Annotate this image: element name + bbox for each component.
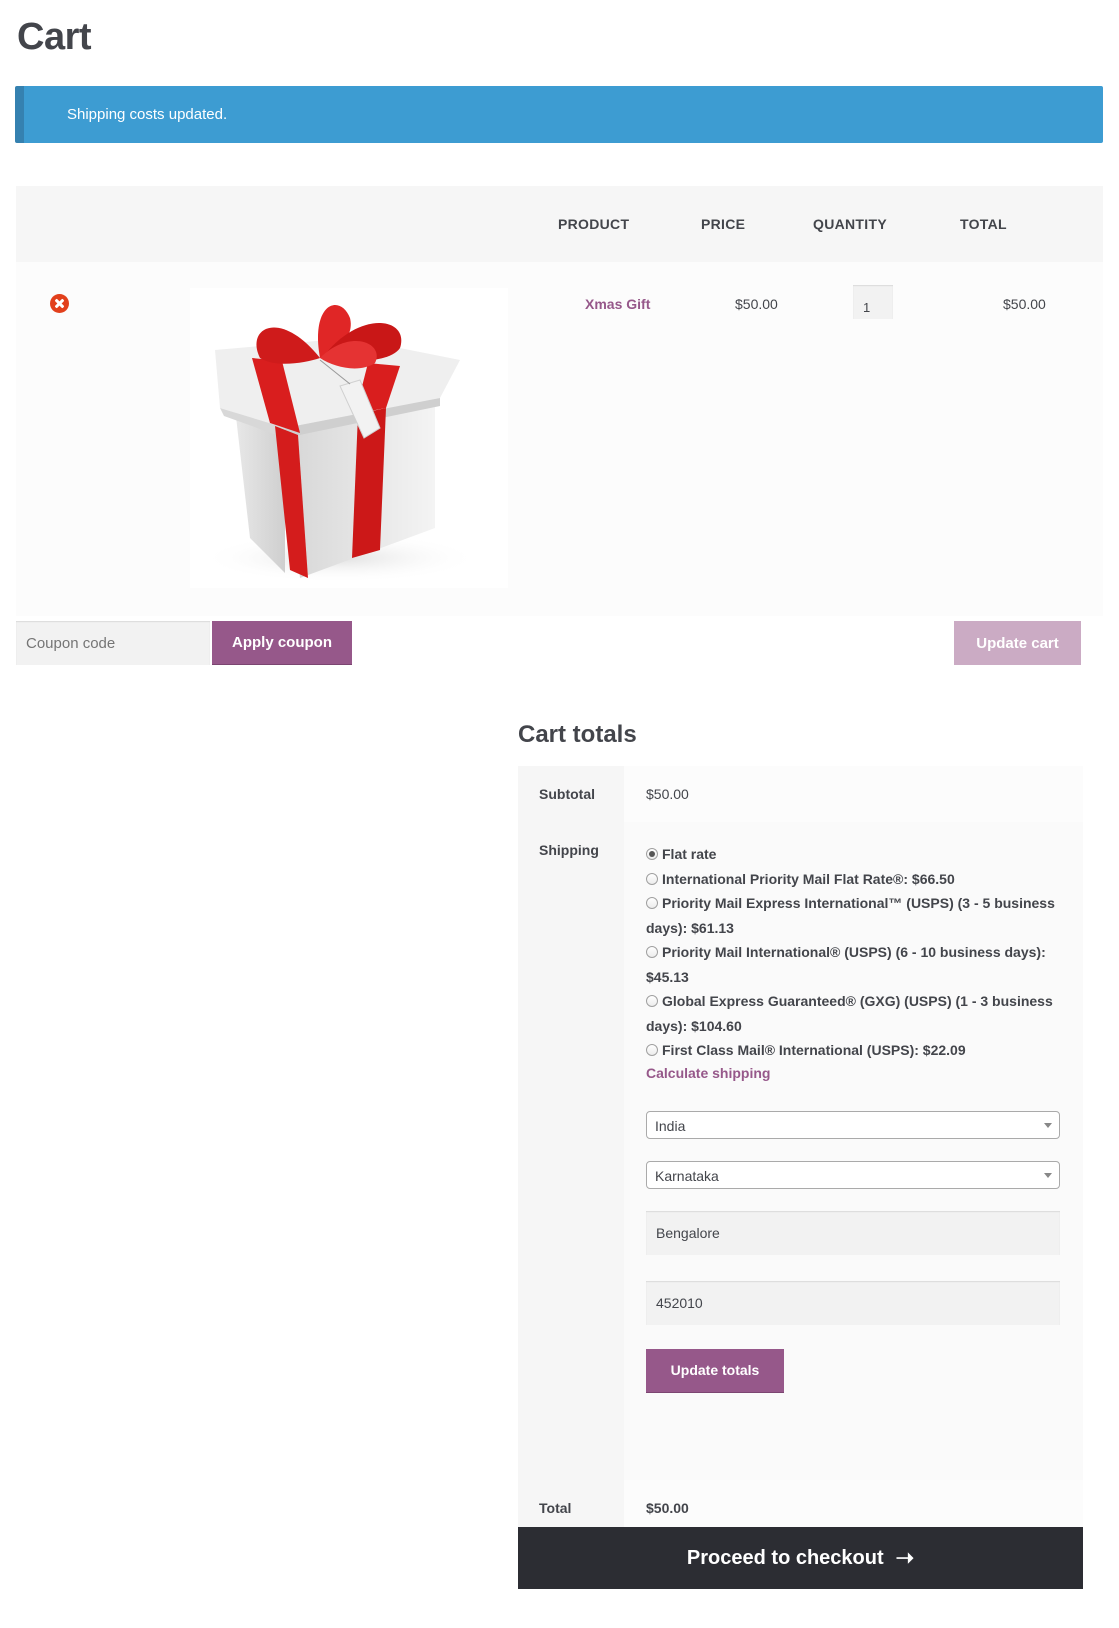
update-totals-button[interactable]: Update totals (646, 1348, 784, 1393)
remove-item-icon[interactable] (50, 294, 69, 313)
shipping-label: Shipping (518, 822, 624, 1480)
header-total: TOTAL (960, 216, 1007, 232)
radio-icon[interactable] (646, 946, 658, 958)
shipping-option[interactable]: First Class Mail® International (USPS): … (646, 1038, 1066, 1063)
item-total: $50.00 (1003, 296, 1046, 312)
shipping-option[interactable]: Priority Mail Express International™ (US… (646, 891, 1066, 940)
proceed-to-checkout-button[interactable]: Proceed to checkout ➝ (518, 1527, 1083, 1589)
radio-selected-icon[interactable] (646, 848, 658, 860)
shipping-option-label: Global Express Guaranteed® (GXG) (USPS) … (646, 993, 1053, 1034)
subtotal-value: $50.00 (624, 766, 1083, 822)
cart-totals-table: Subtotal $50.00 Shipping Flat rate Inter… (518, 766, 1083, 1538)
shipping-row: Shipping Flat rate International Priorit… (518, 822, 1083, 1480)
arrow-right-icon: ➝ (895, 1545, 915, 1570)
cart-totals-title: Cart totals (518, 721, 637, 748)
item-price: $50.00 (735, 296, 778, 312)
update-cart-button[interactable]: Update cart (954, 621, 1081, 665)
shipping-option-label: First Class Mail® International (USPS): … (662, 1042, 966, 1058)
shipping-option[interactable]: Global Express Guaranteed® (GXG) (USPS) … (646, 989, 1066, 1038)
gift-box-icon (200, 305, 480, 583)
cart-item-row: Xmas Gift $50.00 $50.00 (16, 262, 1103, 616)
apply-coupon-button[interactable]: Apply coupon (212, 621, 352, 665)
state-value: Karnataka (655, 1167, 719, 1184)
shipping-methods-list: Flat rate International Priority Mail Fl… (646, 842, 1066, 1063)
header-product: PRODUCT (558, 216, 630, 232)
notice-message: Shipping costs updated. (67, 106, 228, 123)
radio-icon[interactable] (646, 897, 658, 909)
cart-table: PRODUCT PRICE QUANTITY TOTAL Xmas Gift $… (16, 186, 1103, 616)
product-link[interactable]: Xmas Gift (585, 296, 650, 312)
checkout-label: Proceed to checkout (686, 1546, 884, 1569)
radio-icon[interactable] (646, 1044, 658, 1056)
calculate-shipping-link[interactable]: Calculate shipping (646, 1065, 1083, 1081)
shipping-option-label: Priority Mail Express International™ (US… (646, 895, 1055, 936)
shipping-option-label: International Priority Mail Flat Rate®: … (662, 870, 955, 887)
shipping-option-label: Priority Mail International® (USPS) (6 -… (646, 944, 1046, 985)
subtotal-label: Subtotal (518, 766, 624, 822)
postcode-input[interactable] (646, 1280, 1060, 1325)
city-input[interactable] (646, 1210, 1060, 1255)
quantity-input[interactable] (853, 285, 893, 319)
shipping-options: Flat rate International Priority Mail Fl… (624, 822, 1083, 1480)
chevron-down-icon (1044, 1122, 1052, 1128)
notice-banner: Shipping costs updated. (15, 86, 1103, 143)
shipping-option[interactable]: Flat rate (646, 842, 1066, 867)
radio-icon[interactable] (646, 872, 658, 885)
header-quantity: QUANTITY (813, 216, 887, 232)
shipping-option[interactable]: Priority Mail International® (USPS) (6 -… (646, 940, 1066, 989)
subtotal-row: Subtotal $50.00 (518, 766, 1083, 822)
cart-table-header: PRODUCT PRICE QUANTITY TOTAL (16, 186, 1103, 262)
shipping-option[interactable]: International Priority Mail Flat Rate®: … (646, 867, 1066, 892)
state-select[interactable]: Karnataka (646, 1160, 1060, 1189)
product-image[interactable] (190, 288, 508, 588)
radio-icon[interactable] (646, 995, 658, 1007)
shipping-option-label: Flat rate (662, 846, 717, 862)
page-title: Cart (17, 16, 92, 58)
header-price: PRICE (701, 216, 746, 232)
chevron-down-icon (1044, 1172, 1052, 1178)
country-select[interactable]: India (646, 1110, 1060, 1139)
country-value: India (655, 1117, 686, 1134)
coupon-code-input[interactable] (16, 621, 210, 665)
